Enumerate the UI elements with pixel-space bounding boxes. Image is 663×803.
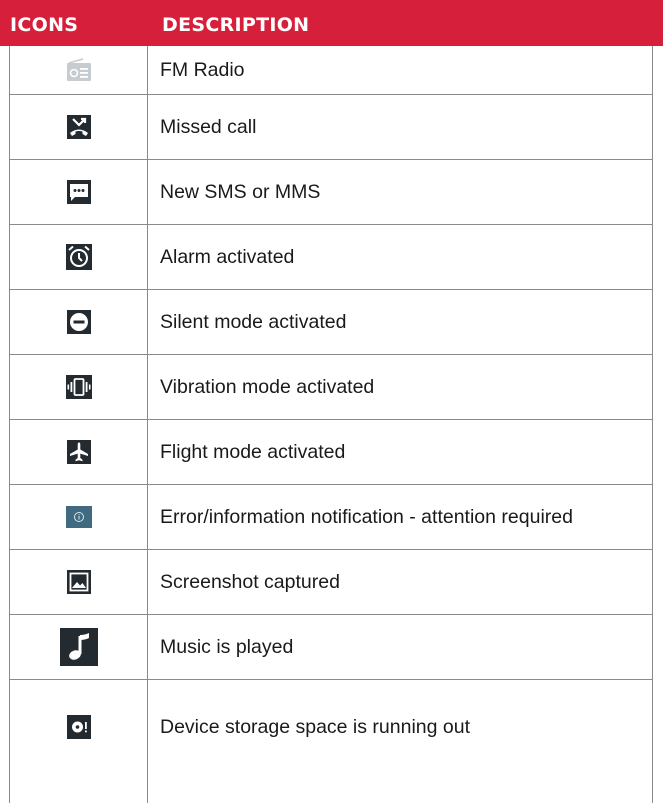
info-icon bbox=[65, 506, 92, 528]
icons-column-header: ICONS bbox=[10, 14, 79, 36]
table-header: ICONS DESCRIPTION bbox=[0, 0, 663, 46]
icon-cell bbox=[9, 160, 148, 224]
icon-cell bbox=[9, 420, 148, 484]
description-cell: Flight mode activated bbox=[147, 420, 653, 484]
table-row: Missed call bbox=[9, 95, 653, 160]
description-column-header: DESCRIPTION bbox=[162, 14, 310, 36]
screenshot-icon bbox=[66, 570, 91, 594]
table-row: Error/information notification - attenti… bbox=[9, 485, 653, 550]
icon-cell bbox=[9, 615, 148, 679]
description-text: Missed call bbox=[160, 116, 257, 138]
description-text: Silent mode activated bbox=[160, 311, 347, 333]
table-row: FM Radio bbox=[9, 46, 653, 95]
description-cell: Device storage space is running out bbox=[147, 680, 653, 803]
icon-cell bbox=[9, 485, 148, 549]
icon-cell bbox=[9, 550, 148, 614]
description-text: Vibration mode activated bbox=[160, 376, 375, 398]
icon-cell bbox=[9, 290, 148, 354]
description-cell: Music is played bbox=[147, 615, 653, 679]
table-row: Vibration mode activated bbox=[9, 355, 653, 420]
table-row: Flight mode activated bbox=[9, 420, 653, 485]
icon-cell bbox=[9, 225, 148, 289]
icon-cell bbox=[9, 355, 148, 419]
fm-radio-icon bbox=[66, 58, 91, 81]
table-row: Screenshot captured bbox=[9, 550, 653, 615]
table-row: Silent mode activated bbox=[9, 290, 653, 355]
description-cell: New SMS or MMS bbox=[147, 160, 653, 224]
vibration-icon bbox=[65, 375, 92, 399]
table-row: New SMS or MMS bbox=[9, 160, 653, 225]
description-cell: FM Radio bbox=[147, 46, 653, 94]
missed-call-icon bbox=[66, 115, 91, 139]
table-row: Alarm activated bbox=[9, 225, 653, 290]
description-text: FM Radio bbox=[160, 59, 245, 81]
description-cell: Error/information notification - attenti… bbox=[147, 485, 653, 549]
description-text: Flight mode activated bbox=[160, 441, 346, 463]
description-cell: Alarm activated bbox=[147, 225, 653, 289]
silent-mode-icon bbox=[66, 310, 91, 334]
description-text: Screenshot captured bbox=[160, 571, 340, 593]
description-text: New SMS or MMS bbox=[160, 181, 321, 203]
sms-icon bbox=[66, 180, 91, 204]
description-text: Device storage space is running out bbox=[160, 716, 471, 738]
icon-cell bbox=[9, 680, 148, 803]
icon-cell bbox=[9, 95, 148, 159]
airplane-icon bbox=[66, 440, 91, 464]
description-text: Music is played bbox=[160, 636, 294, 658]
description-cell: Missed call bbox=[147, 95, 653, 159]
storage-warning-icon bbox=[66, 715, 91, 739]
table-row: Music is played bbox=[9, 615, 653, 680]
description-cell: Vibration mode activated bbox=[147, 355, 653, 419]
description-cell: Screenshot captured bbox=[147, 550, 653, 614]
alarm-icon bbox=[65, 244, 92, 270]
description-text: Alarm activated bbox=[160, 246, 295, 268]
music-note-icon bbox=[59, 628, 98, 666]
description-cell: Silent mode activated bbox=[147, 290, 653, 354]
table-row: Device storage space is running out bbox=[9, 680, 653, 803]
icon-cell bbox=[9, 46, 148, 94]
description-text: Error/information notification - attenti… bbox=[160, 506, 573, 528]
